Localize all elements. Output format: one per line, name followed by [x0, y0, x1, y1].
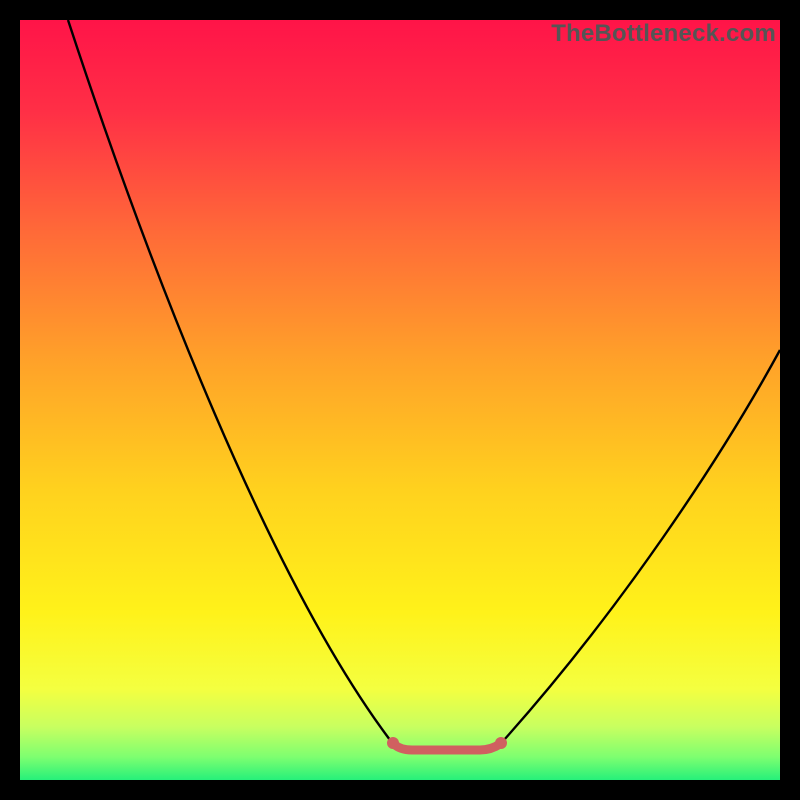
curve-optimal-segment [394, 744, 500, 750]
chart-plot-area: TheBottleneck.com [20, 20, 780, 780]
curve-optimal-dot-left [387, 737, 399, 749]
chart-curve-layer [20, 20, 780, 780]
chart-frame: TheBottleneck.com [0, 0, 800, 800]
curve-main [68, 20, 780, 748]
watermark-text: TheBottleneck.com [551, 20, 776, 48]
curve-optimal-dot-right [495, 737, 507, 749]
